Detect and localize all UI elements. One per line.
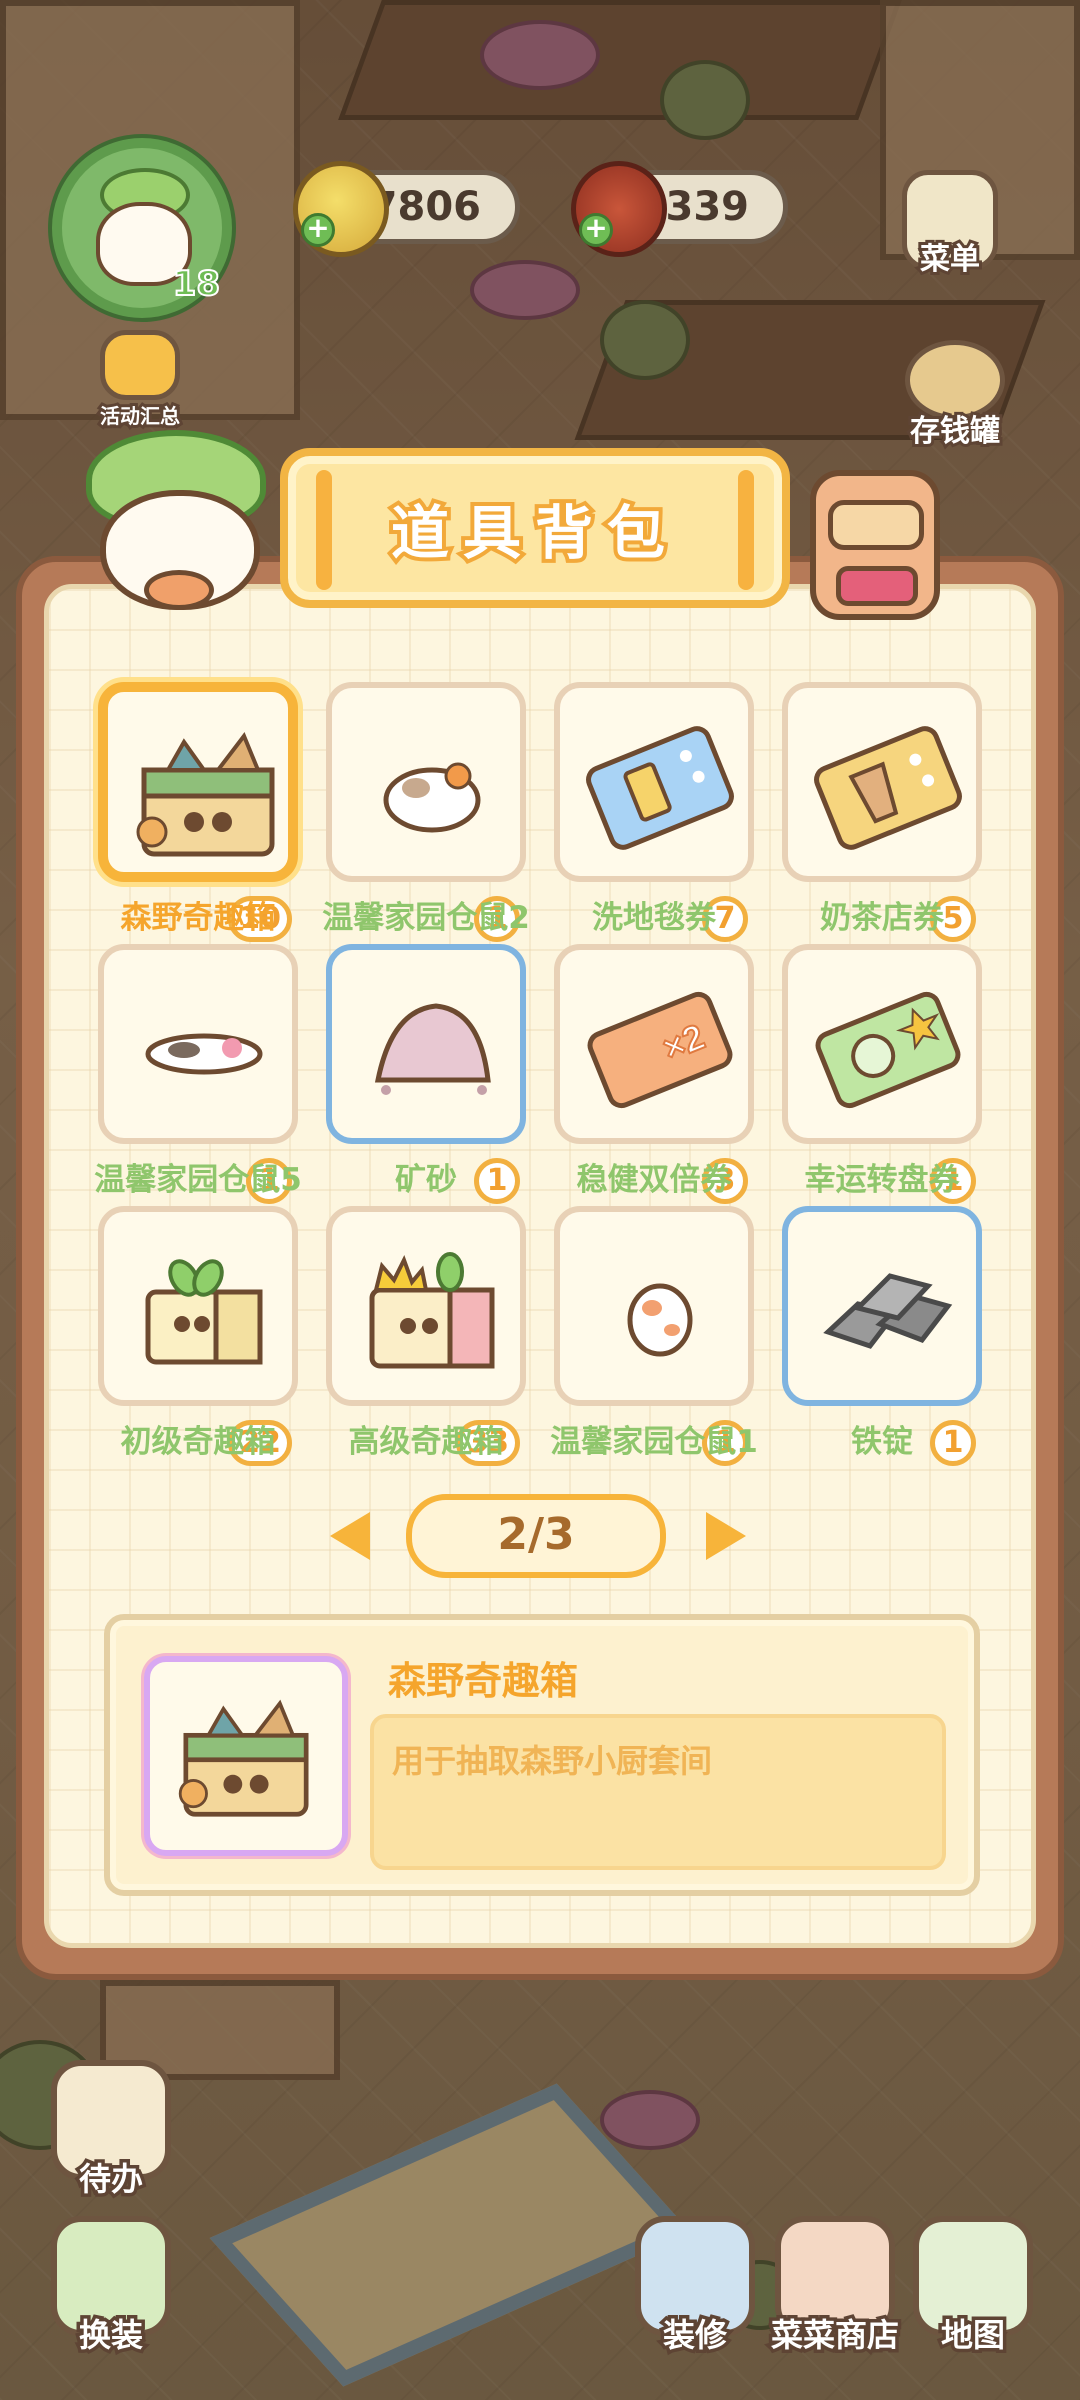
hamster-lying-icon [145, 1033, 263, 1075]
banner-rod-right [738, 470, 754, 590]
add-coins-icon[interactable]: + [301, 213, 335, 247]
item-name: 温馨家园仓鼠1 [550, 1424, 758, 1460]
next-page-button[interactable] [706, 1512, 746, 1560]
item-name: 奶茶店券 [820, 900, 944, 936]
item-detail-card: 森野奇趣箱 用于抽取森野小厨套间 [104, 1614, 980, 1896]
inventory-item[interactable]: 1 温馨家园仓鼠1 [550, 1206, 758, 1472]
player-level: 18 [172, 263, 221, 305]
inventory-item[interactable]: 1 铁锭 [782, 1206, 982, 1472]
item-slot[interactable] [782, 944, 982, 1144]
menu-label: 菜单 [917, 239, 983, 280]
add-food-icon[interactable]: + [579, 213, 613, 247]
forest-gift-box-icon [178, 1699, 309, 1817]
backpack-icon [800, 440, 960, 630]
item-name: 森野奇趣箱 [120, 900, 276, 936]
inventory-item[interactable]: 5 奶茶店券 [782, 682, 982, 948]
carpet-wash-ticket-icon [586, 726, 734, 850]
backpack-pocket [836, 566, 918, 606]
map-button[interactable]: 地图 [908, 2216, 1038, 2358]
item-name: 幸运转盘券 [804, 1162, 960, 1198]
lucky-wheel-ticket-icon [815, 991, 961, 1109]
item-slot[interactable] [782, 682, 982, 882]
dress-label: 换装 [75, 2313, 146, 2358]
item-slot[interactable] [554, 1206, 754, 1406]
item-slot[interactable]: ×2 [554, 944, 754, 1144]
hamster-sitting-icon [627, 1283, 693, 1357]
inventory-item[interactable]: 1 幸运转盘券 [782, 944, 982, 1210]
panel-title: 道具背包 [387, 495, 679, 571]
coin-counter[interactable]: + 7806 [293, 161, 520, 257]
todo-label: 待办 [75, 2157, 146, 2202]
basic-gift-box-icon [145, 1259, 263, 1365]
item-slot[interactable] [98, 1206, 298, 1406]
panel-title-banner: 道具背包 [280, 448, 790, 608]
item-name: 温馨家园仓鼠5 [94, 1162, 302, 1198]
iron-ingot-icon [823, 1273, 953, 1349]
page-indicator: 2/3 [406, 1494, 666, 1578]
inventory-item[interactable]: 1 矿砂 [326, 944, 526, 1210]
player-avatar[interactable]: 18 [52, 138, 232, 318]
mascot-nose-icon [144, 570, 214, 610]
forest-gift-box-icon [136, 732, 275, 857]
inventory-item[interactable]: 1 温馨家园仓鼠2 [322, 682, 530, 948]
item-name: 洗地毯券 [592, 900, 716, 936]
backpack-flap [828, 500, 924, 550]
dress-up-button[interactable]: 换装 [46, 2216, 176, 2358]
detail-item-description: 用于抽取森野小厨套间 [370, 1714, 946, 1870]
item-name: 温馨家园仓鼠2 [322, 900, 530, 936]
previous-page-button[interactable] [330, 1512, 370, 1560]
inventory-item[interactable]: 10 森野奇趣箱 [98, 682, 298, 948]
decorate-label: 装修 [659, 2313, 730, 2358]
mascot-icon [76, 420, 286, 620]
hamster-icon [383, 762, 481, 833]
piggybank-button[interactable]: 存钱罐 [890, 340, 1020, 452]
item-name: 稳健双倍券 [576, 1162, 732, 1198]
item-slot[interactable] [782, 1206, 982, 1406]
detail-item-name: 森野奇趣箱 [388, 1659, 579, 1703]
item-slot[interactable] [554, 682, 754, 882]
food-counter[interactable]: + 2339 [571, 161, 788, 257]
item-slot[interactable] [326, 682, 526, 882]
double-ticket-icon: ×2 [587, 991, 733, 1109]
shop-label: 菜菜商店 [767, 2313, 902, 2358]
item-name: 高级奇趣箱 [348, 1424, 504, 1460]
item-name: 初级奇趣箱 [120, 1424, 276, 1460]
detail-item-icon-frame [144, 1656, 348, 1856]
item-slot[interactable] [98, 944, 298, 1144]
activity-summary-button[interactable]: 活动汇总 [70, 330, 210, 431]
inventory-item[interactable]: 33 高级奇趣箱 [326, 1206, 526, 1472]
inventory-item[interactable]: 7 洗地毯券 [554, 682, 754, 948]
inventory-item[interactable]: 22 初级奇趣箱 [98, 1206, 298, 1472]
item-slot[interactable] [326, 1206, 526, 1406]
star-house-icon [100, 330, 180, 400]
menu-button[interactable]: 菜单 [890, 170, 1010, 280]
item-name: 铁锭 [851, 1424, 913, 1460]
item-name: 矿砂 [395, 1162, 457, 1198]
milk-tea-ticket-icon [814, 726, 962, 850]
inventory-item[interactable]: ×2 3 稳健双倍券 [554, 944, 754, 1210]
banner-rod-left [316, 470, 332, 590]
item-slot[interactable] [326, 944, 526, 1144]
shop-button[interactable]: 菜菜商店 [760, 2216, 910, 2358]
decorate-button[interactable]: 装修 [630, 2216, 760, 2358]
item-slot[interactable] [98, 682, 298, 882]
inventory-item[interactable]: 1 温馨家园仓鼠5 [94, 944, 302, 1210]
todo-button[interactable]: 待办 [46, 2060, 176, 2202]
map-label: 地图 [937, 2313, 1008, 2358]
premium-gift-box-icon [369, 1252, 495, 1369]
ore-sand-icon [374, 1003, 491, 1095]
